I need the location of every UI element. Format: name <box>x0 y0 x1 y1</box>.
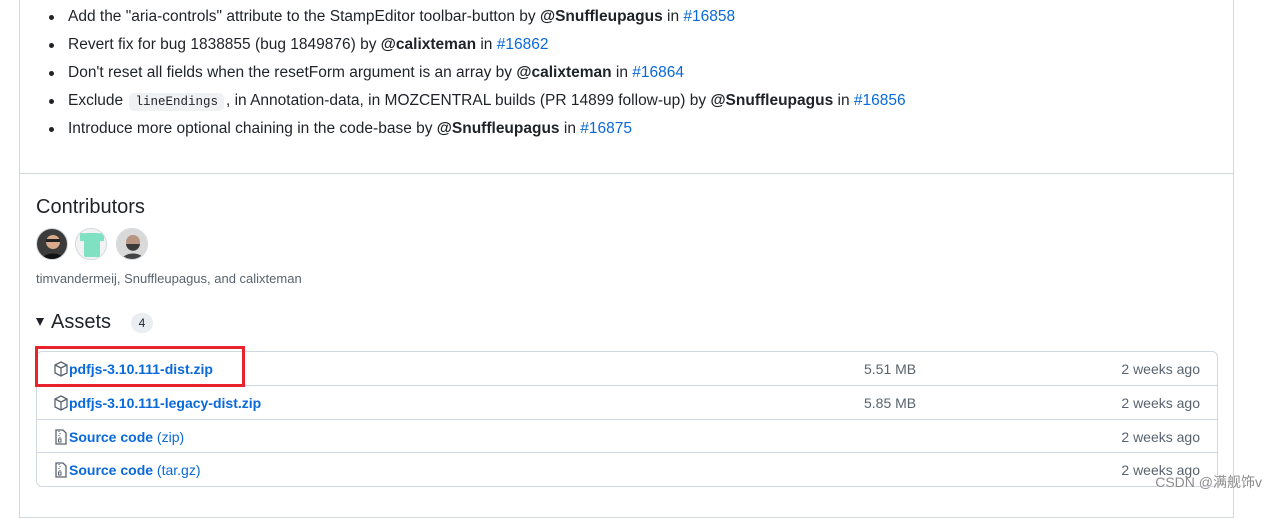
inline-code: lineEndings <box>129 93 224 111</box>
asset-size: 5.51 MB <box>864 361 917 377</box>
watermark: CSDN @满舰饰v <box>1155 474 1262 490</box>
author-link[interactable]: @calixteman <box>516 64 611 81</box>
asset-time: 2 weeks ago <box>1121 429 1200 445</box>
asset-link[interactable]: pdfjs-3.10.111-dist.zip <box>69 360 213 378</box>
list-item: Exclude lineEndings, in Annotation-data,… <box>49 91 906 112</box>
asset-name: Source code <box>69 462 154 478</box>
assets-count-badge: 4 <box>131 313 153 333</box>
author-link[interactable]: @calixteman <box>381 36 476 53</box>
change-text: in <box>611 64 633 81</box>
asset-time: 2 weeks ago <box>1121 395 1200 411</box>
pr-link[interactable]: #16858 <box>683 8 735 25</box>
asset-name: pdfjs-3.10.111-dist.zip <box>69 361 213 377</box>
contributors-title: Contributors <box>36 196 145 218</box>
list-item: Revert fix for bug 1838855 (bug 1849876)… <box>48 35 549 55</box>
contributors-names: timvandermeij, Snuffleupagus, and calixt… <box>36 271 302 286</box>
asset-row: pdfjs-3.10.111-legacy-dist.zip 5.85 MB 2… <box>37 385 1217 419</box>
asset-row: pdfjs-3.10.111-dist.zip 5.51 MB 2 weeks … <box>37 352 1217 385</box>
author-link[interactable]: @Snuffleupagus <box>710 92 833 109</box>
package-icon <box>54 361 68 377</box>
pr-link[interactable]: #16864 <box>632 64 684 81</box>
avatar-timvandermeij[interactable] <box>36 228 68 260</box>
change-text: in <box>833 92 854 109</box>
change-text: in <box>662 8 684 25</box>
change-text: , in Annotation-data, in MOZCENTRAL buil… <box>225 92 711 109</box>
change-text: Introduce more optional chaining in the … <box>68 120 437 137</box>
pr-link[interactable]: #16862 <box>497 36 549 53</box>
change-text: in <box>559 120 581 137</box>
asset-time: 2 weeks ago <box>1121 361 1200 377</box>
change-text: Exclude <box>68 92 128 109</box>
asset-suffix: (zip) <box>153 429 185 445</box>
pr-link[interactable]: #16875 <box>580 120 632 137</box>
asset-size: 5.85 MB <box>864 395 917 411</box>
asset-suffix: (tar.gz) <box>153 462 201 478</box>
change-text: in <box>476 36 497 53</box>
pr-link[interactable]: #16856 <box>854 92 906 109</box>
change-text: Revert fix for bug 1838855 (bug 1849876)… <box>68 36 381 53</box>
author-link[interactable]: @Snuffleupagus <box>540 8 663 25</box>
file-zip-icon <box>55 462 67 478</box>
list-item: Add the "aria-controls" attribute to the… <box>48 7 735 27</box>
asset-link[interactable]: Source code (zip) <box>69 428 184 446</box>
assets-title: Assets <box>51 311 112 333</box>
asset-link[interactable]: pdfjs-3.10.111-legacy-dist.zip <box>69 394 261 412</box>
asset-name: Source code <box>69 429 154 445</box>
change-text: Add the "aria-controls" attribute to the… <box>68 8 540 25</box>
triangle-down-icon <box>36 318 44 326</box>
section-divider <box>20 173 1233 174</box>
assets-table: pdfjs-3.10.111-dist.zip 5.51 MB 2 weeks … <box>36 351 1218 487</box>
author-link[interactable]: @Snuffleupagus <box>437 120 560 137</box>
change-text: Don't reset all fields when the resetFor… <box>68 64 517 81</box>
avatar-calixteman[interactable] <box>116 228 148 260</box>
asset-row: Source code (zip) 2 weeks ago <box>37 419 1217 453</box>
asset-name: pdfjs-3.10.111-legacy-dist.zip <box>69 395 262 411</box>
list-item: Introduce more optional chaining in the … <box>49 119 632 139</box>
avatar-snuffleupagus[interactable] <box>75 228 107 260</box>
package-icon <box>54 395 68 411</box>
list-item: Don't reset all fields when the resetFor… <box>48 63 684 83</box>
asset-row: Source code (tar.gz) 2 weeks ago <box>37 452 1217 486</box>
asset-link[interactable]: Source code (tar.gz) <box>69 461 201 479</box>
file-zip-icon <box>55 429 67 445</box>
